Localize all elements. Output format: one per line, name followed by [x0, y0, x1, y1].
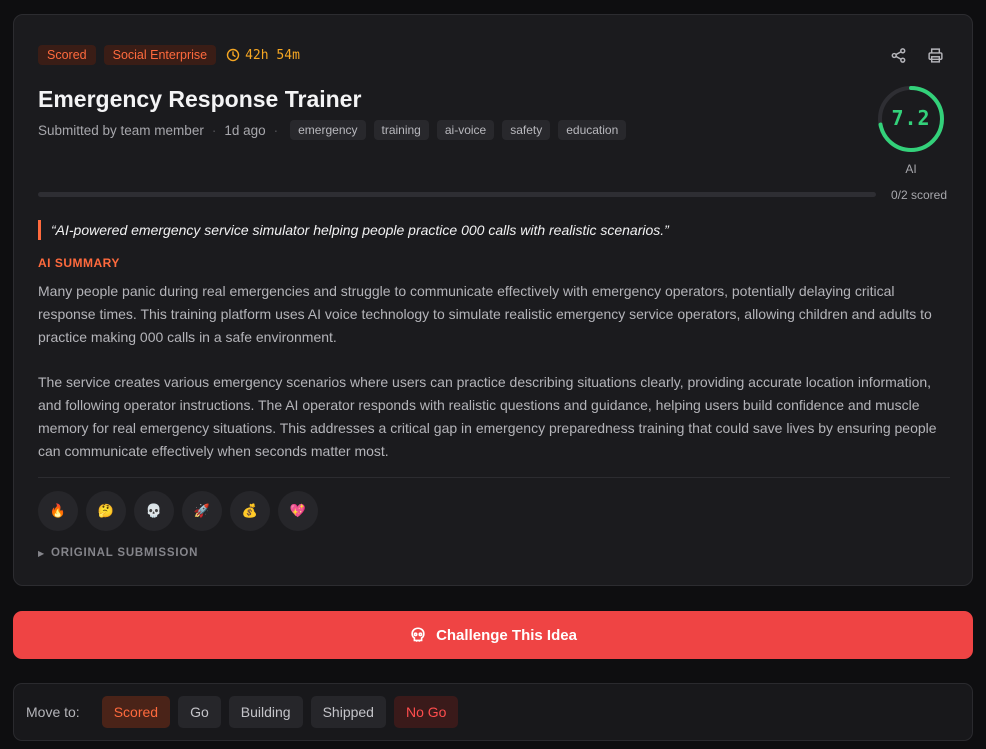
- submitted-by: Submitted by team member: [38, 122, 204, 138]
- summary-paragraph: The service creates various emergency sc…: [38, 374, 937, 459]
- print-icon[interactable]: [927, 47, 944, 64]
- move-to-no-go-button[interactable]: No Go: [393, 696, 459, 728]
- move-to-scored-button[interactable]: Scored: [101, 696, 171, 728]
- summary-paragraph: Many people panic during real emergencie…: [38, 283, 932, 345]
- move-to-bar: Move to: Scored Go Building Shipped No G…: [13, 683, 973, 741]
- tag[interactable]: ai-voice: [436, 120, 495, 140]
- tag[interactable]: training: [373, 120, 429, 140]
- divider: [38, 477, 950, 478]
- reaction-heart-button[interactable]: 💖: [278, 491, 318, 531]
- idea-pitch-quote: “AI-powered emergency service simulator …: [38, 220, 669, 240]
- idea-card: Scored Social Enterprise 42h 54m Emergen…: [13, 14, 973, 586]
- badge-row: Scored Social Enterprise 42h 54m: [38, 45, 300, 65]
- scoring-progress-text: 0/2 scored: [890, 188, 947, 202]
- move-to-shipped-button[interactable]: Shipped: [310, 696, 386, 728]
- reaction-thinking-button[interactable]: 🤔: [86, 491, 126, 531]
- category-badge: Social Enterprise: [103, 45, 217, 65]
- score-label: AI: [905, 162, 917, 176]
- move-to-label: Move to:: [26, 704, 80, 720]
- original-submission-label: ORIGINAL SUBMISSION: [50, 547, 199, 559]
- score-value: 7.2: [891, 106, 931, 130]
- idea-title: Emergency Response Trainer: [38, 86, 362, 112]
- separator-dot: ·: [211, 122, 217, 138]
- idea-meta: Submitted by team member · 1d ago · emer…: [38, 120, 627, 140]
- tag-list: emergency training ai-voice safety educa…: [290, 120, 627, 140]
- move-to-go-button[interactable]: Go: [178, 696, 221, 728]
- caret-right-icon: ▶: [38, 548, 45, 558]
- reaction-rocket-button[interactable]: 🚀: [182, 491, 222, 531]
- reaction-money-button[interactable]: 💰: [230, 491, 270, 531]
- ai-score: 7.2 AI: [876, 84, 946, 176]
- timer-text: 42h 54m: [245, 47, 300, 63]
- share-icon[interactable]: [890, 47, 907, 64]
- move-to-building-button[interactable]: Building: [228, 696, 303, 728]
- reaction-skull-button[interactable]: 💀: [134, 491, 174, 531]
- challenge-idea-button[interactable]: Challenge This Idea: [13, 611, 973, 659]
- original-submission-toggle[interactable]: ▶ ORIGINAL SUBMISSION: [38, 547, 198, 559]
- countdown-timer: 42h 54m: [226, 48, 300, 63]
- separator-dot: ·: [273, 122, 279, 138]
- ai-summary: Many people panic during real emergencie…: [38, 280, 953, 463]
- card-actions: [890, 47, 944, 64]
- time-ago: 1d ago: [224, 122, 266, 138]
- status-badge: Scored: [38, 45, 96, 65]
- scoring-progress-bar: [38, 192, 876, 197]
- tag[interactable]: safety: [502, 120, 551, 140]
- tag[interactable]: education: [558, 120, 627, 140]
- reaction-bar: 🔥 🤔 💀 🚀 💰 💖: [38, 491, 318, 531]
- reaction-fire-button[interactable]: 🔥: [38, 491, 78, 531]
- skull-icon: [411, 627, 425, 642]
- ai-summary-heading: AI SUMMARY: [38, 256, 120, 270]
- challenge-button-label: Challenge This Idea: [436, 626, 577, 644]
- clock-icon: [226, 48, 240, 62]
- tag[interactable]: emergency: [290, 120, 366, 140]
